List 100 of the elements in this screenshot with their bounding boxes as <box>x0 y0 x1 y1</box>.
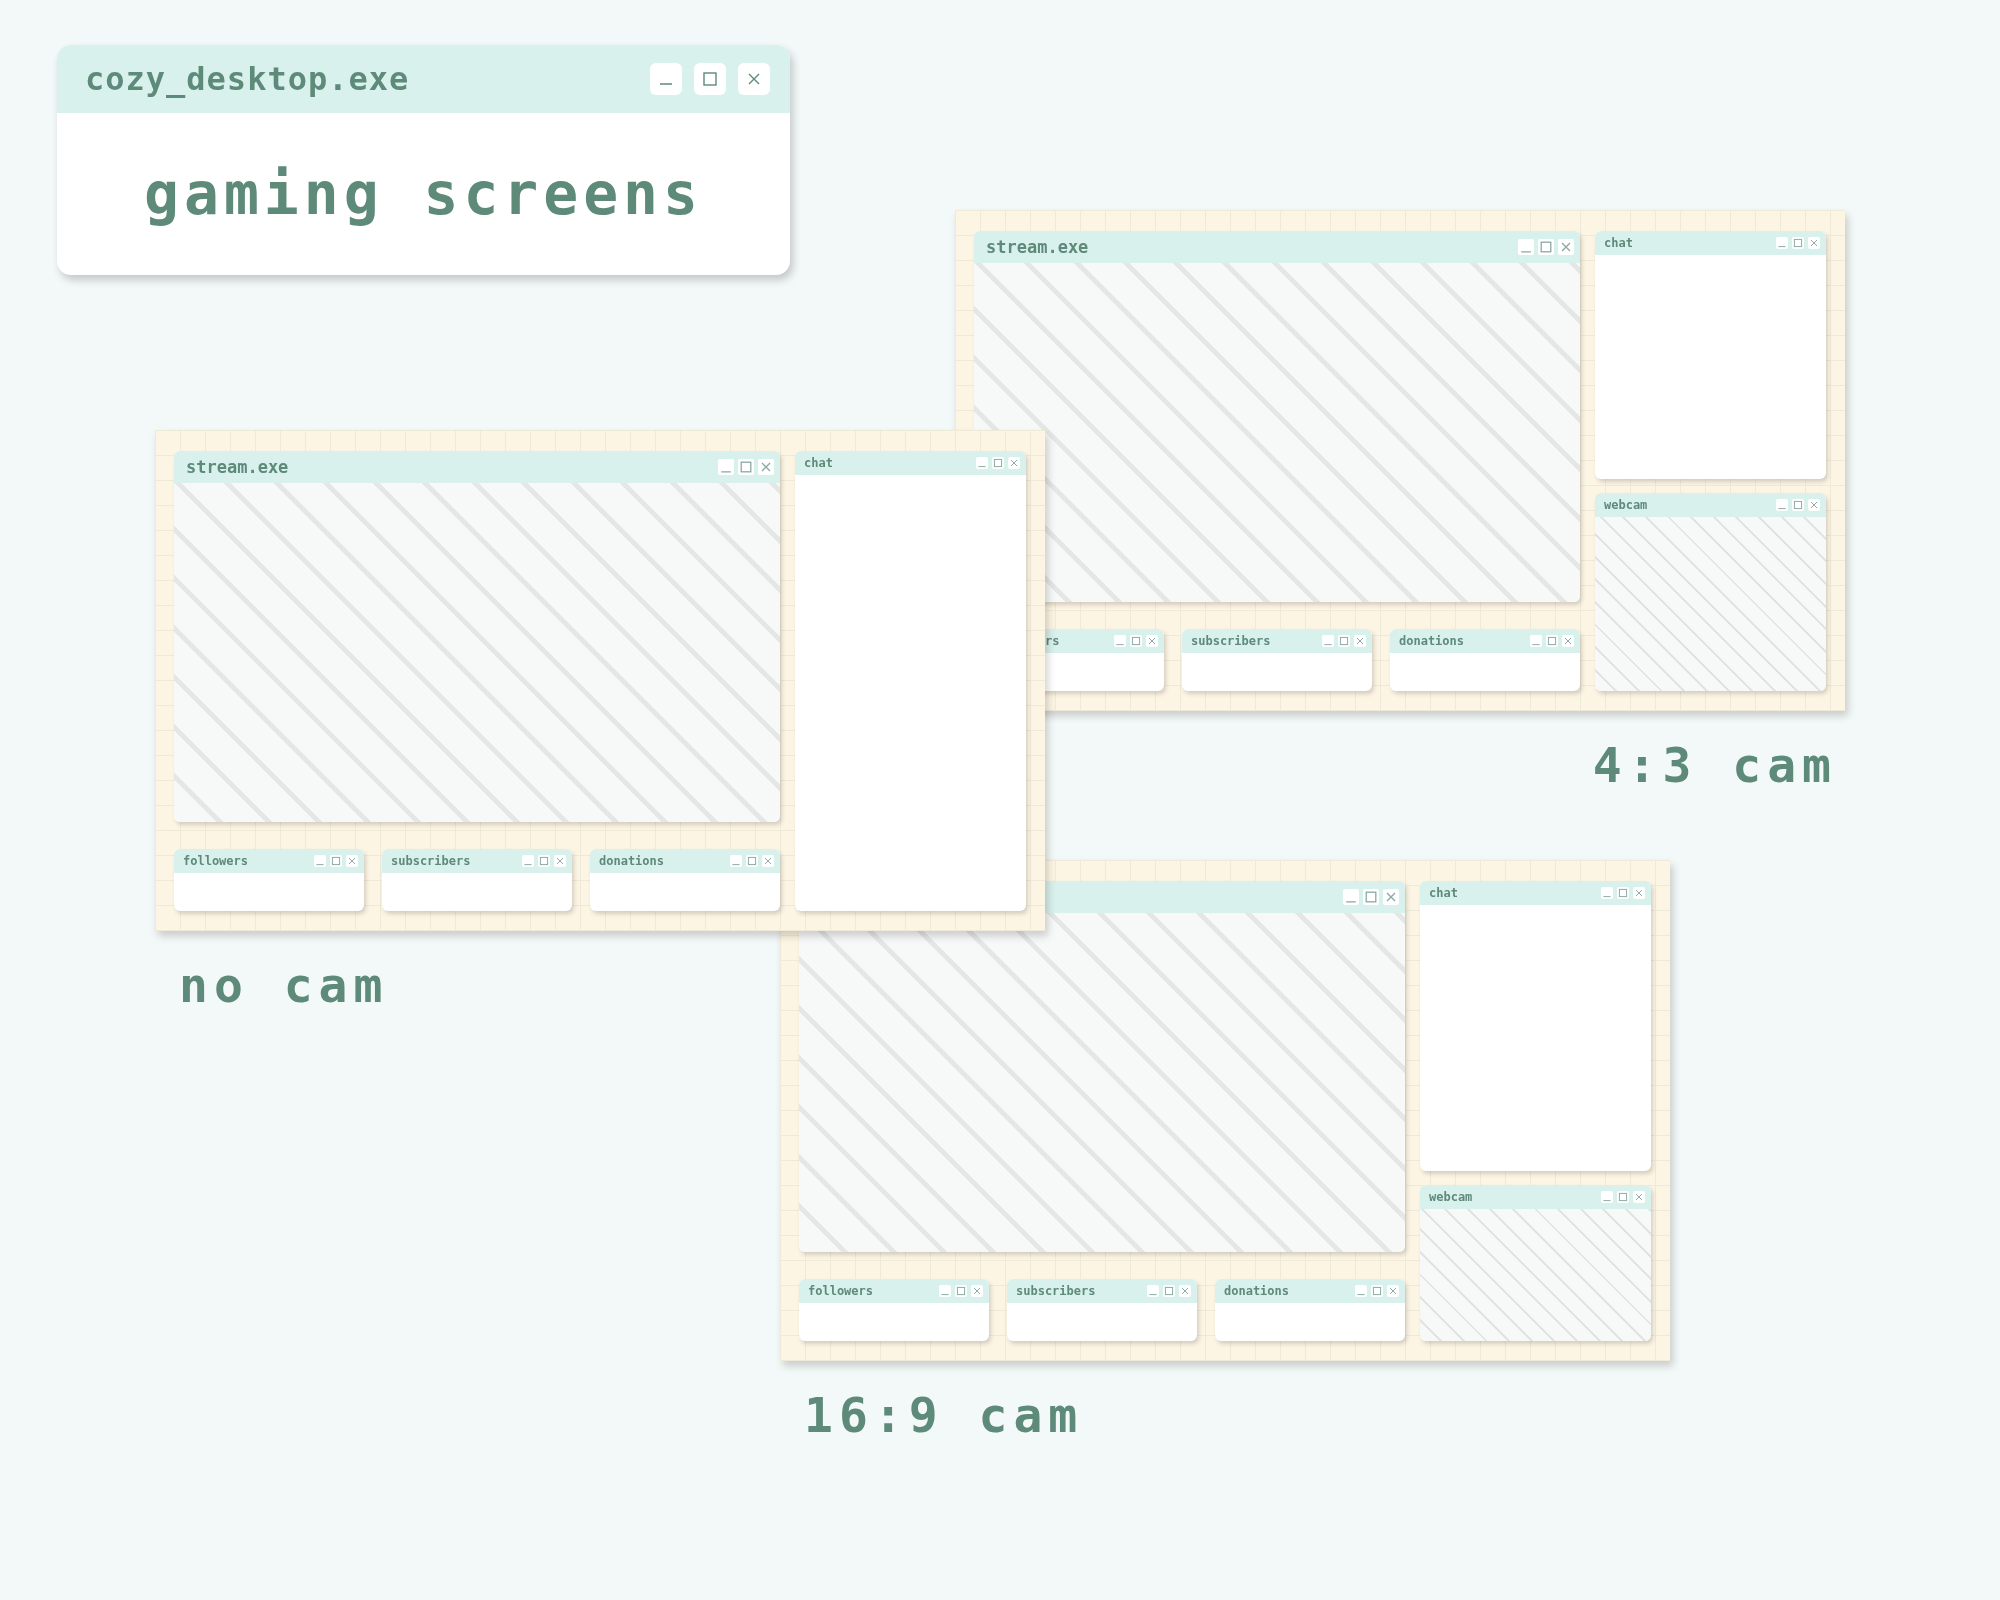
minimize-button[interactable] <box>1114 635 1126 647</box>
close-icon <box>1635 889 1643 897</box>
minimize-button[interactable] <box>314 855 326 867</box>
window-title: donations <box>599 854 665 868</box>
close-button[interactable] <box>1808 499 1820 511</box>
close-button[interactable] <box>1808 237 1820 249</box>
close-icon <box>1810 239 1818 247</box>
close-button[interactable] <box>1146 635 1158 647</box>
maximize-icon <box>1793 238 1803 248</box>
window-title: rs <box>1045 634 1060 648</box>
close-button[interactable] <box>762 855 774 867</box>
close-icon <box>1810 501 1818 509</box>
minimize-button[interactable] <box>1601 1191 1613 1203</box>
maximize-icon <box>993 458 1003 468</box>
maximize-icon <box>1372 1286 1382 1296</box>
window-title: donations <box>1224 1284 1290 1298</box>
minimize-button[interactable] <box>1518 239 1534 255</box>
close-button[interactable] <box>1179 1285 1191 1297</box>
minimize-button[interactable] <box>650 63 682 95</box>
maximize-button[interactable] <box>1363 889 1379 905</box>
maximize-icon <box>331 856 341 866</box>
close-button[interactable] <box>1558 239 1574 255</box>
close-button[interactable] <box>1633 1191 1645 1203</box>
close-icon <box>761 462 771 472</box>
minimize-icon <box>940 1294 950 1296</box>
maximize-icon <box>1618 1192 1628 1202</box>
close-button[interactable] <box>554 855 566 867</box>
minimize-button[interactable] <box>1322 635 1334 647</box>
maximize-icon <box>539 856 549 866</box>
close-button[interactable] <box>346 855 358 867</box>
close-icon <box>1635 1193 1643 1201</box>
window-title: donations <box>1399 634 1465 648</box>
close-button[interactable] <box>1354 635 1366 647</box>
close-button[interactable] <box>738 63 770 95</box>
maximize-button[interactable] <box>1130 635 1142 647</box>
window-title: followers <box>808 1284 874 1298</box>
minimize-icon <box>977 466 987 468</box>
maximize-button[interactable] <box>1371 1285 1383 1297</box>
minimize-icon <box>1356 1294 1366 1296</box>
maximize-button[interactable] <box>694 63 726 95</box>
maximize-button[interactable] <box>330 855 342 867</box>
maximize-button[interactable] <box>955 1285 967 1297</box>
minimize-button[interactable] <box>1601 887 1613 899</box>
minimize-button[interactable] <box>730 855 742 867</box>
close-button[interactable] <box>758 459 774 475</box>
minimize-icon <box>659 83 673 85</box>
minimize-icon <box>1115 644 1125 646</box>
window-title: chat <box>1604 236 1633 250</box>
minimize-button[interactable] <box>718 459 734 475</box>
minimize-icon <box>1531 644 1541 646</box>
close-icon <box>1181 1287 1189 1295</box>
minimize-button[interactable] <box>1343 889 1359 905</box>
close-icon <box>1148 637 1156 645</box>
close-button[interactable] <box>1387 1285 1399 1297</box>
close-icon <box>1010 459 1018 467</box>
maximize-button[interactable] <box>1338 635 1350 647</box>
close-button[interactable] <box>971 1285 983 1297</box>
minimize-icon <box>523 864 533 866</box>
minimize-icon <box>1520 251 1532 253</box>
maximize-button[interactable] <box>1617 1191 1629 1203</box>
maximize-button[interactable] <box>1792 237 1804 249</box>
window-title: webcam <box>1604 498 1648 512</box>
window-title: subscribers <box>1191 634 1271 648</box>
maximize-button[interactable] <box>538 855 550 867</box>
maximize-icon <box>956 1286 966 1296</box>
minimize-icon <box>1777 508 1787 510</box>
minimize-button[interactable] <box>1355 1285 1367 1297</box>
maximize-button[interactable] <box>738 459 754 475</box>
maximize-button[interactable] <box>1617 887 1629 899</box>
window-title: webcam <box>1429 1190 1473 1204</box>
minimize-icon <box>1602 1200 1612 1202</box>
maximize-button[interactable] <box>1792 499 1804 511</box>
minimize-button[interactable] <box>1530 635 1542 647</box>
minimize-button[interactable] <box>1147 1285 1159 1297</box>
minimize-icon <box>1777 246 1787 248</box>
close-button[interactable] <box>1562 635 1574 647</box>
maximize-icon <box>747 856 757 866</box>
close-button[interactable] <box>1008 457 1020 469</box>
close-button[interactable] <box>1633 887 1645 899</box>
minimize-button[interactable] <box>1776 499 1788 511</box>
maximize-icon <box>1618 888 1628 898</box>
maximize-icon <box>1547 636 1557 646</box>
window-title: stream.exe <box>186 457 289 477</box>
close-icon <box>973 1287 981 1295</box>
window-title: chat <box>1429 886 1458 900</box>
minimize-button[interactable] <box>976 457 988 469</box>
maximize-button[interactable] <box>992 457 1004 469</box>
minimize-icon <box>731 864 741 866</box>
maximize-button[interactable] <box>746 855 758 867</box>
maximize-button[interactable] <box>1546 635 1558 647</box>
heading: gaming screens <box>144 160 703 228</box>
minimize-button[interactable] <box>939 1285 951 1297</box>
close-button[interactable] <box>1383 889 1399 905</box>
minimize-icon <box>1602 896 1612 898</box>
maximize-button[interactable] <box>1538 239 1554 255</box>
window-title: followers <box>183 854 249 868</box>
maximize-button[interactable] <box>1163 1285 1175 1297</box>
minimize-icon <box>1323 644 1333 646</box>
minimize-button[interactable] <box>1776 237 1788 249</box>
minimize-button[interactable] <box>522 855 534 867</box>
